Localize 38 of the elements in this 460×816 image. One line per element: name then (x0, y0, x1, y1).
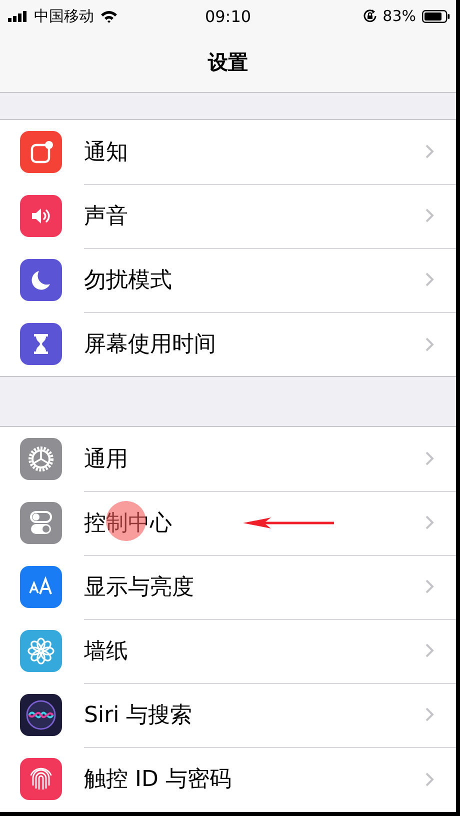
chevron-icon (425, 643, 434, 658)
chevron-icon (425, 707, 434, 722)
row-label: 通用 (84, 446, 128, 474)
battery-icon (422, 10, 450, 22)
wifi-icon (100, 10, 118, 22)
signal-icon (8, 10, 28, 22)
chevron-icon (425, 208, 434, 223)
settings-row[interactable]: 勿扰模式 (0, 248, 456, 312)
chevron-icon (425, 336, 434, 352)
row-label: 控制中心 (84, 510, 172, 538)
settings-row[interactable]: 通用 (0, 427, 456, 491)
row-label: 通知 (84, 138, 128, 166)
carrier-name: 中国移动 (34, 6, 94, 26)
chevron-icon (425, 272, 434, 287)
rotation-lock-icon (362, 9, 377, 23)
settings-row[interactable]: Siri 与搜索 (0, 683, 456, 747)
chevron-icon (425, 451, 434, 466)
row-label: 显示与亮度 (84, 574, 194, 602)
settings-row[interactable]: 声音 (0, 184, 456, 248)
row-label: 屏幕使用时间 (84, 331, 216, 359)
page-title: 设置 (208, 48, 248, 76)
settings-row[interactable]: 通知 (0, 120, 456, 184)
settings-row[interactable]: 墙纸 (0, 619, 456, 683)
row-label: 勿扰模式 (84, 266, 172, 294)
settings-row[interactable]: 控制中心 (0, 491, 456, 555)
settings-row[interactable]: 显示与亮度 (0, 555, 456, 619)
chevron-icon (425, 579, 434, 594)
battery-percent: 83% (382, 7, 416, 25)
status-time: 09:10 (204, 6, 252, 26)
chevron-icon (425, 144, 434, 159)
settings-row[interactable]: 屏幕使用时间 (0, 312, 456, 376)
row-label: 声音 (84, 202, 128, 230)
chevron-icon (425, 515, 434, 530)
row-label: 触控 ID 与密码 (84, 766, 232, 794)
settings-row[interactable]: 触控 ID 与密码 (0, 747, 456, 811)
row-label: 墙纸 (84, 638, 128, 666)
row-label: Siri 与搜索 (84, 702, 192, 730)
chevron-icon (425, 772, 434, 786)
